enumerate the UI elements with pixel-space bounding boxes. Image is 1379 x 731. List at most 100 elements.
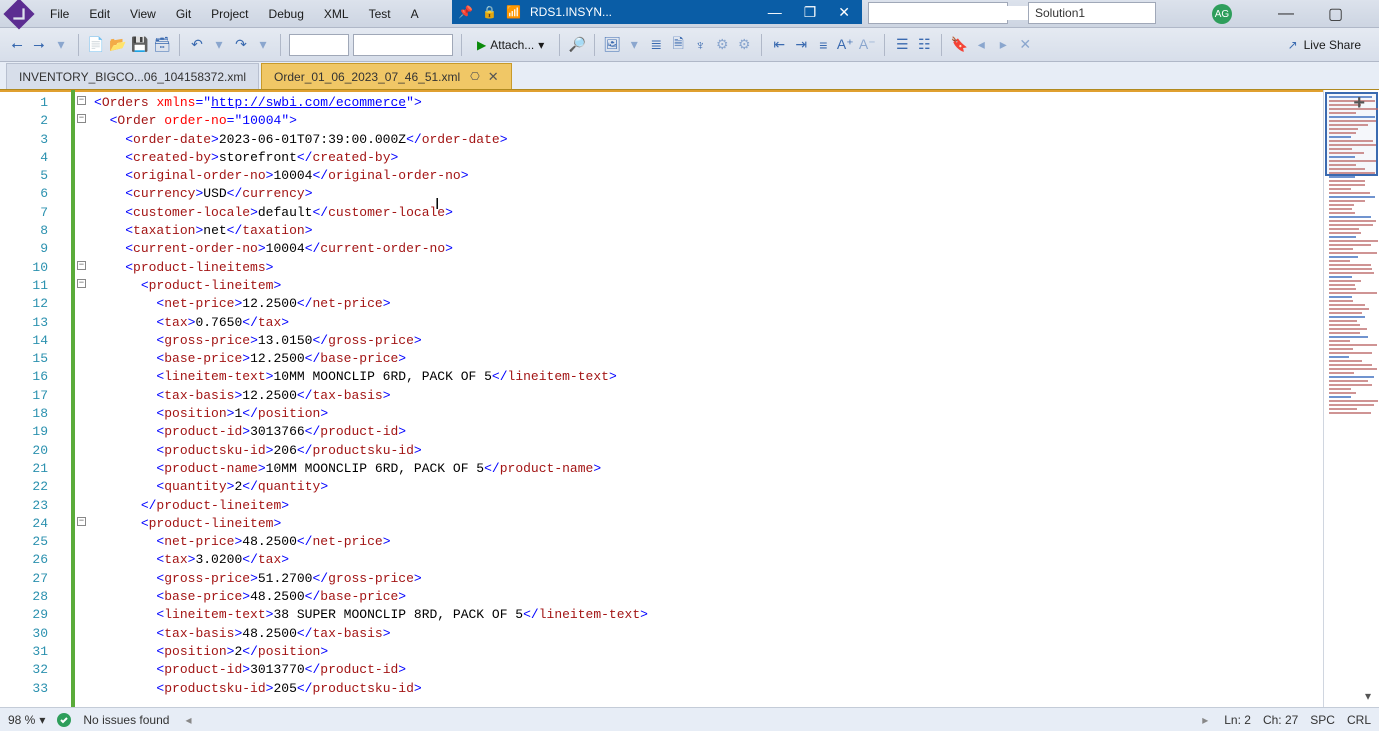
document-tab[interactable]: INVENTORY_BIGCO...06_104158372.xml (6, 63, 259, 89)
document-tab[interactable]: Order_01_06_2023_07_46_51.xml⎔✕ (261, 63, 512, 89)
code-line[interactable]: <Orders xmlns="http://swbi.com/ecommerce… (94, 94, 648, 112)
code-line[interactable]: <net-price>48.2500</net-price> (94, 533, 648, 551)
issues-label[interactable]: No issues found (83, 713, 169, 727)
code-line[interactable]: <net-price>12.2500</net-price> (94, 295, 648, 313)
tree-icon[interactable]: ♆ (691, 36, 709, 54)
code-line[interactable]: <gross-price>51.2700</gross-price> (94, 570, 648, 588)
fold-toggle[interactable]: − (77, 517, 86, 526)
char-indicator[interactable]: Ch: 27 (1263, 713, 1298, 727)
code-line[interactable]: <product-lineitems> (94, 259, 648, 277)
menu-debug[interactable]: Debug (259, 3, 314, 25)
pin-icon[interactable]: 📌 (458, 5, 472, 19)
menu-view[interactable]: View (120, 3, 166, 25)
solution-selector[interactable]: Solution1 (1028, 2, 1156, 24)
uncomment-icon[interactable]: ☷ (915, 36, 933, 54)
code-line[interactable]: <order-date>2023-06-01T07:39:00.000Z</or… (94, 131, 648, 149)
code-line[interactable]: <created-by>storefront</created-by> (94, 149, 648, 167)
menu-test[interactable]: Test (359, 3, 401, 25)
menu-project[interactable]: Project (201, 3, 258, 25)
mute2-icon[interactable]: ⚙ (735, 36, 753, 54)
code-line[interactable]: </product-lineitem> (94, 497, 648, 515)
mute-icon[interactable]: ⚙ (713, 36, 731, 54)
pin-icon[interactable]: ⎔ (470, 70, 480, 83)
code-line[interactable]: <gross-price>13.0150</gross-price> (94, 332, 648, 350)
code-line[interactable]: <taxation>net</taxation> (94, 222, 648, 240)
code-line[interactable]: <product-id>3013766</product-id> (94, 423, 648, 441)
code-line[interactable]: <product-lineitem> (94, 277, 648, 295)
next-bookmark-icon[interactable]: ▸ (994, 36, 1012, 54)
open-icon[interactable]: 📂 (109, 36, 127, 54)
code-line[interactable]: <current-order-no>10004</current-order-n… (94, 240, 648, 258)
user-avatar[interactable]: AG (1212, 4, 1232, 24)
code-line[interactable]: <position>1</position> (94, 405, 648, 423)
window-maximize-button[interactable]: ▢ (1320, 0, 1351, 28)
code-line[interactable]: <productsku-id>205</productsku-id> (94, 680, 648, 698)
search-box[interactable]: 🔍 (868, 2, 1008, 24)
forward-icon[interactable]: ⭢ (30, 36, 48, 54)
remote-restore-button[interactable]: ❐ (798, 4, 823, 21)
fold-toggle[interactable]: − (77, 279, 86, 288)
code-editor[interactable]: 1234567891011121314151617181920212223242… (0, 90, 1323, 707)
image-icon[interactable]: 🖼 (603, 36, 621, 54)
close-icon[interactable]: ✕ (488, 69, 499, 85)
add-tab-button[interactable]: + (1353, 92, 1365, 115)
fold-toggle[interactable]: − (77, 96, 86, 105)
undo-icon[interactable]: ↶ (188, 36, 206, 54)
list-icon[interactable]: ≣ (647, 36, 665, 54)
code-line[interactable]: <customer-locale>default</customer-local… (94, 204, 648, 222)
menu-git[interactable]: Git (166, 3, 201, 25)
clear-bookmark-icon[interactable]: ✕ (1016, 36, 1034, 54)
menu-a[interactable]: A (401, 3, 429, 25)
minimap[interactable] (1323, 90, 1379, 707)
scroll-down-button[interactable]: ▾ (1359, 687, 1377, 705)
code-line[interactable]: <product-name>10MM MOONCLIP 6RD, PACK OF… (94, 460, 648, 478)
new-item-icon[interactable]: 📄 (87, 36, 105, 54)
line-indicator[interactable]: Ln: 2 (1224, 713, 1251, 727)
live-share-button[interactable]: ↗ Live Share (1288, 38, 1371, 52)
code-line[interactable]: <lineitem-text>10MM MOONCLIP 6RD, PACK O… (94, 368, 648, 386)
doc-icon[interactable]: 🗎 (669, 36, 687, 54)
code-line[interactable]: <tax-basis>12.2500</tax-basis> (94, 387, 648, 405)
code-content[interactable]: <Orders xmlns="http://swbi.com/ecommerce… (70, 92, 648, 707)
code-line[interactable]: <lineitem-text>38 SUPER MOONCLIP 8RD, PA… (94, 606, 648, 624)
fold-toggle[interactable]: − (77, 261, 86, 270)
outdent-icon[interactable]: ⇤ (770, 36, 788, 54)
code-line[interactable]: <quantity>2</quantity> (94, 478, 648, 496)
fold-toggle[interactable]: − (77, 114, 86, 123)
next-issue-button[interactable]: ▸ (1198, 713, 1212, 727)
menu-file[interactable]: File (40, 3, 79, 25)
comment-icon[interactable]: ☰ (893, 36, 911, 54)
search-input[interactable] (873, 6, 1028, 20)
find-icon[interactable]: 🔎 (568, 36, 586, 54)
save-all-icon[interactable]: 🗃 (153, 36, 171, 54)
code-line[interactable]: <original-order-no>10004</original-order… (94, 167, 648, 185)
back-icon[interactable]: ⭠ (8, 36, 26, 54)
config-dropdown[interactable] (289, 34, 349, 56)
remote-minimize-button[interactable]: — (762, 4, 788, 20)
spaces-indicator[interactable]: SPC (1310, 713, 1335, 727)
indent-icon[interactable]: ⇥ (792, 36, 810, 54)
code-line[interactable]: <base-price>12.2500</base-price> (94, 350, 648, 368)
code-line[interactable]: <product-id>3013770</product-id> (94, 661, 648, 679)
aplus-icon[interactable]: A⁺ (836, 36, 854, 54)
code-line[interactable]: <product-lineitem> (94, 515, 648, 533)
remote-close-button[interactable]: ✕ (832, 4, 856, 21)
nav-dropdown-icon[interactable]: ▾ (52, 36, 70, 54)
bookmark-icon[interactable]: 🔖 (950, 36, 968, 54)
menu-edit[interactable]: Edit (79, 3, 120, 25)
redo-icon[interactable]: ↷ (232, 36, 250, 54)
code-line[interactable]: <base-price>48.2500</base-price> (94, 588, 648, 606)
lineending-indicator[interactable]: CRL (1347, 713, 1371, 727)
code-line[interactable]: <currency>USD</currency> (94, 185, 648, 203)
menu-xml[interactable]: XML (314, 3, 359, 25)
code-line[interactable]: <tax-basis>48.2500</tax-basis> (94, 625, 648, 643)
prev-bookmark-icon[interactable]: ◂ (972, 36, 990, 54)
aminus-icon[interactable]: A⁻ (858, 36, 876, 54)
prev-issue-button[interactable]: ◂ (181, 713, 195, 727)
save-icon[interactable]: 💾 (131, 36, 149, 54)
zoom-control[interactable]: 98 % ▾ (8, 713, 45, 727)
code-line[interactable]: <Order order-no="10004"> (94, 112, 648, 130)
format-icon[interactable]: ≡ (814, 36, 832, 54)
code-line[interactable]: <position>2</position> (94, 643, 648, 661)
code-line[interactable]: <tax>0.7650</tax> (94, 314, 648, 332)
